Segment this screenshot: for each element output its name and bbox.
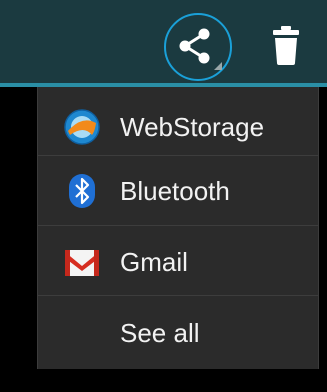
delete-button[interactable]: [264, 20, 308, 72]
action-bar: [0, 0, 327, 83]
webstorage-icon: [64, 109, 100, 145]
dropdown-indicator-icon: [214, 62, 222, 70]
menu-item-label: Bluetooth: [120, 176, 230, 206]
bluetooth-icon: [69, 174, 95, 208]
menu-item-label: WebStorage: [120, 112, 265, 142]
menu-item-gmail[interactable]: Gmail: [38, 227, 318, 297]
share-icon: [179, 28, 222, 70]
menu-divider: [38, 295, 318, 296]
gmail-icon: [65, 250, 99, 276]
share-button[interactable]: [164, 13, 232, 81]
menu-item-label: Gmail: [120, 247, 188, 277]
share-menu: WebStorage Bluetooth Gmail See all: [37, 87, 319, 369]
menu-item-label: See all: [120, 318, 200, 348]
menu-divider: [38, 225, 318, 226]
screen: WebStorage Bluetooth Gmail See all: [0, 0, 327, 392]
menu-item-bluetooth[interactable]: Bluetooth: [38, 156, 318, 226]
menu-item-see-all[interactable]: See all: [38, 297, 318, 367]
trash-icon: [273, 26, 299, 65]
menu-item-webstorage[interactable]: WebStorage: [38, 92, 318, 162]
